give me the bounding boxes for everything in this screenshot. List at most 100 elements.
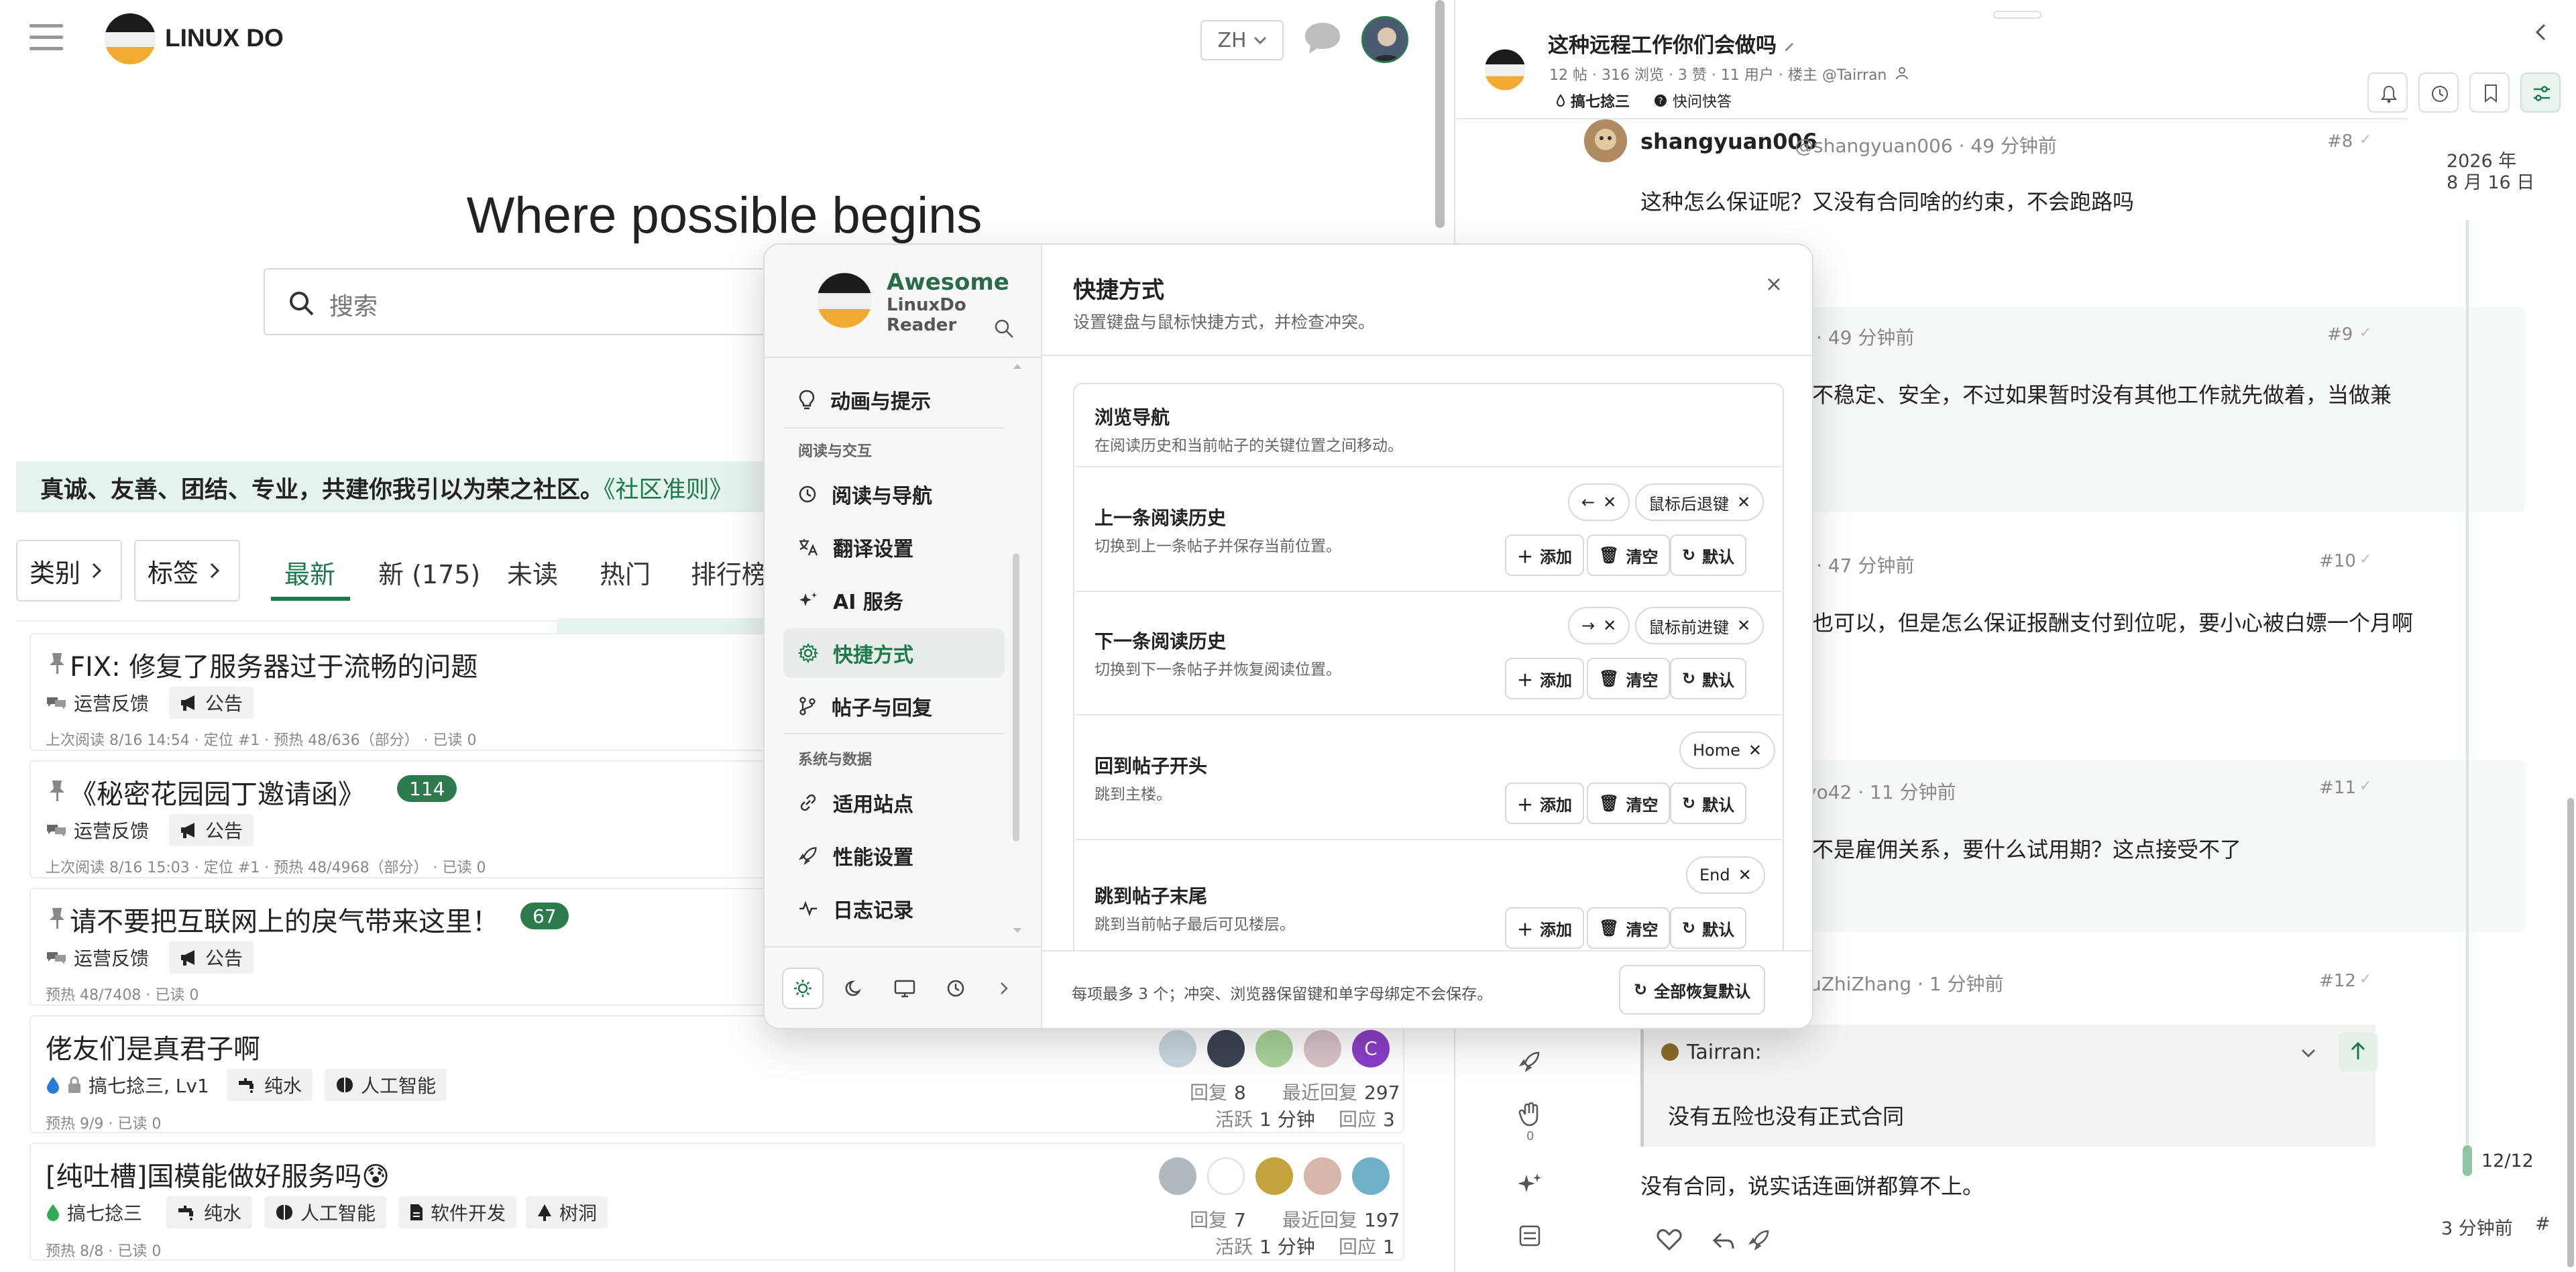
topic-title[interactable]: 请不要把互联网上的戾气带来这里！ <box>70 900 499 939</box>
tag-ai[interactable]: 人工智能 <box>325 1069 447 1101</box>
topic-row[interactable]: [纯吐槽]国模能做好服务吗😰 搞七捻三 纯水 人工智能 软件开发 树洞 预热 8… <box>30 1143 1404 1261</box>
post-number[interactable]: #9 <box>2327 325 2353 345</box>
add-shortcut-button[interactable]: ＋添加 <box>1505 658 1584 699</box>
theme-light-button[interactable] <box>782 968 824 1009</box>
hamburger-menu-icon[interactable] <box>30 23 63 52</box>
reply-arrow-icon[interactable] <box>1713 1232 1734 1250</box>
remove-key-icon[interactable]: ✕ <box>1737 616 1750 635</box>
participant-avatar[interactable]: C <box>1352 1030 1390 1067</box>
tag-software[interactable]: 软件开发 <box>398 1196 517 1228</box>
tab-latest[interactable]: 最新 <box>284 554 335 591</box>
topic-title[interactable]: 《秘密花园园丁邀请函》 <box>70 772 365 811</box>
search-icon[interactable] <box>994 319 1014 339</box>
tab-leaderboard[interactable]: 排行榜 <box>691 554 767 591</box>
tag-water[interactable]: 纯水 <box>166 1196 253 1228</box>
key-chip[interactable]: 鼠标后退键 ✕ <box>1635 483 1765 521</box>
clear-shortcut-button[interactable]: 🗑 清空 <box>1587 783 1671 824</box>
reset-shortcut-button[interactable]: ↻ 默认 <box>1670 907 1747 949</box>
sidebar-scrollbar[interactable] <box>1013 553 1019 842</box>
tag-announcement[interactable]: 公告 <box>169 687 254 719</box>
participant-avatar[interactable] <box>1352 1157 1390 1195</box>
timeline-hash[interactable]: # <box>2535 1214 2551 1234</box>
key-chip[interactable]: End ✕ <box>1686 856 1765 894</box>
rocket-icon[interactable] <box>1518 1050 1541 1073</box>
category-dropdown[interactable]: 类别 <box>16 540 122 601</box>
scrollbar-thumb[interactable] <box>2567 798 2574 1267</box>
sidebar-item-translation[interactable]: 翻译设置 <box>783 522 1005 572</box>
category-tag[interactable]: 运营反馈 <box>46 687 160 719</box>
participant-avatar[interactable] <box>1159 1030 1196 1067</box>
theme-schedule-button[interactable] <box>935 968 976 1009</box>
scrollbar-thumb[interactable] <box>1435 0 1445 228</box>
site-logo[interactable] <box>103 12 157 66</box>
author-tag[interactable]: 搞七捻三 <box>46 1196 153 1228</box>
footer-more-button[interactable] <box>983 968 1025 1009</box>
tag-announcement[interactable]: 公告 <box>169 941 254 974</box>
remove-key-icon[interactable]: ✕ <box>1738 866 1752 884</box>
theme-system-button[interactable] <box>884 968 926 1009</box>
clear-shortcut-button[interactable]: 🗑 清空 <box>1587 658 1671 699</box>
language-switcher[interactable]: ZH <box>1200 20 1284 60</box>
summary-list-icon[interactable] <box>1518 1224 1541 1247</box>
scroll-up-arrow-icon[interactable] <box>1013 363 1022 369</box>
remove-key-icon[interactable]: ✕ <box>1603 493 1616 512</box>
category-tag[interactable]: 运营反馈 <box>46 814 160 846</box>
rocket-icon[interactable] <box>1748 1228 1771 1251</box>
key-chip[interactable]: 鼠标前进键 ✕ <box>1635 607 1765 644</box>
reset-shortcut-button[interactable]: ↻ 默认 <box>1670 534 1747 576</box>
timeline-handle[interactable] <box>2463 1145 2472 1176</box>
sidebar-item-animation[interactable]: 动画与提示 <box>783 375 1005 424</box>
tag-ai[interactable]: 人工智能 <box>264 1196 387 1228</box>
participant-avatar[interactable] <box>1304 1157 1341 1195</box>
sparkles-icon[interactable] <box>1517 1172 1543 1196</box>
participant-avatar[interactable] <box>1304 1030 1341 1067</box>
notifications-button[interactable] <box>2367 72 2408 113</box>
jump-to-quote-button[interactable] <box>2339 1033 2377 1072</box>
post-number[interactable]: #10 <box>2319 551 2356 571</box>
post-avatar[interactable] <box>1584 119 1627 162</box>
participant-avatar[interactable] <box>1255 1030 1293 1067</box>
add-shortcut-button[interactable]: ＋添加 <box>1505 783 1584 824</box>
key-chip[interactable]: ← ✕ <box>1568 483 1630 521</box>
category-tag[interactable]: 运营反馈 <box>46 941 160 974</box>
thread-category-tag[interactable]: 搞七捻三 <box>1556 90 1630 111</box>
user-avatar[interactable] <box>1361 16 1408 63</box>
close-icon[interactable] <box>1767 277 1781 292</box>
theme-dark-button[interactable] <box>833 968 875 1009</box>
remove-key-icon[interactable]: ✕ <box>1748 741 1762 760</box>
settings-button[interactable] <box>2520 72 2561 113</box>
add-shortcut-button[interactable]: ＋添加 <box>1505 907 1584 949</box>
key-chip[interactable]: → ✕ <box>1568 607 1630 644</box>
sidebar-item-performance[interactable]: 性能设置 <box>783 831 1005 880</box>
topic-row[interactable]: 佬友们是真君子啊 搞七捻三, Lv1 纯水 人工智能 预热 9/9 · 已读 0… <box>30 1015 1404 1133</box>
sidebar-item-ai[interactable]: AI 服务 <box>783 575 1005 625</box>
hand-icon[interactable] <box>1518 1102 1541 1126</box>
drag-handle[interactable] <box>1993 11 2041 19</box>
history-button[interactable] <box>2418 72 2459 113</box>
chevron-down-icon[interactable] <box>2301 1049 2316 1058</box>
remove-key-icon[interactable]: ✕ <box>1603 616 1616 635</box>
unread-count-badge[interactable]: 67 <box>520 903 569 929</box>
topic-title[interactable]: FIX: 修复了服务器过于流畅的问题 <box>70 645 478 684</box>
author-tag[interactable]: 搞七捻三, Lv1 <box>46 1069 220 1101</box>
guidelines-link[interactable]: 《社区准则》 <box>604 477 733 504</box>
post-username[interactable]: shangyuan006 <box>1640 129 1817 154</box>
sidebar-item-sites[interactable]: 适用站点 <box>783 778 1005 827</box>
participant-avatar[interactable] <box>1255 1157 1293 1195</box>
reset-all-button[interactable]: ↻ 全部恢复默认 <box>1619 965 1766 1015</box>
tab-hot[interactable]: 热门 <box>600 554 651 591</box>
participant-avatar[interactable] <box>1207 1030 1245 1067</box>
tab-unread[interactable]: 未读 <box>507 554 558 591</box>
topic-title[interactable]: [纯吐槽]国模能做好服务吗😰 <box>46 1155 390 1194</box>
thread-tag[interactable]: ? 快问快答 <box>1654 90 1732 111</box>
sidebar-item-logs[interactable]: 日志记录 <box>783 884 1005 933</box>
quote-author[interactable]: Tairran: <box>1687 1041 1762 1064</box>
tab-new[interactable]: 新 (175) <box>378 554 480 591</box>
tag-announcement[interactable]: 公告 <box>169 814 254 846</box>
unread-count-badge[interactable]: 114 <box>397 775 457 802</box>
tags-dropdown[interactable]: 标签 <box>134 540 240 601</box>
thread-title[interactable]: 这种远程工作你们会做吗 <box>1548 28 1796 58</box>
post-number[interactable]: #11 <box>2319 778 2356 798</box>
reset-shortcut-button[interactable]: ↻ 默认 <box>1670 783 1747 824</box>
post-number[interactable]: #12 <box>2319 971 2356 991</box>
